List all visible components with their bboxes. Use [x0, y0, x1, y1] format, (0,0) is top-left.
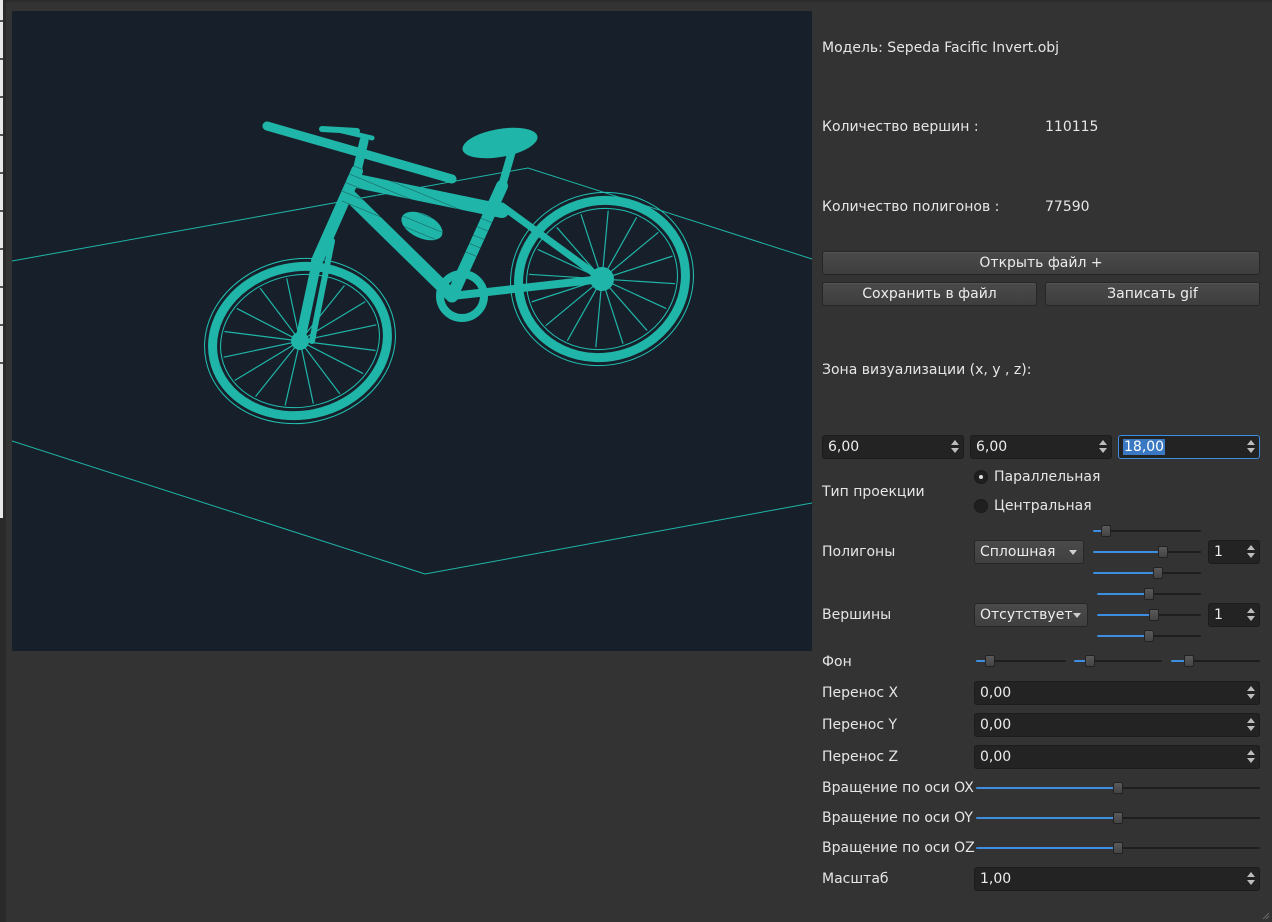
- viz-zone-z-spinbox[interactable]: 18,00: [1118, 435, 1260, 459]
- vertices-color-r-slider[interactable]: [1097, 588, 1201, 600]
- spin-arrows-icon[interactable]: [1247, 685, 1256, 702]
- slider-handle[interactable]: [1113, 782, 1123, 794]
- translate-x-value: 0,00: [980, 685, 1012, 701]
- viz-zone-y-value: 6,00: [976, 439, 1008, 455]
- spin-arrows-icon[interactable]: [1099, 439, 1108, 456]
- vertices-count-label: Количество вершин :: [822, 119, 979, 135]
- translate-y-label: Перенос Y: [822, 717, 898, 733]
- chevron-down-icon: [1069, 550, 1077, 555]
- slider-handle[interactable]: [1113, 812, 1123, 824]
- translate-x-spinbox[interactable]: 0,00: [974, 681, 1260, 705]
- slider-handle[interactable]: [1152, 567, 1163, 579]
- record-gif-button[interactable]: Записать gif: [1045, 282, 1260, 306]
- slider-handle[interactable]: [1149, 609, 1160, 621]
- polygons-count-label: Количество полигонов :: [822, 199, 1000, 215]
- translate-y-spinbox[interactable]: 0,00: [974, 713, 1260, 737]
- model-name-label: Модель: Sepeda Facific Invert.obj: [822, 40, 1060, 56]
- rotation-oy-label: Вращение по оси OY: [822, 810, 973, 826]
- viz-zone-z-value: 18,00: [1123, 439, 1166, 455]
- scale-value: 1,00: [980, 871, 1012, 887]
- polygons-mode-value: Сплошная: [980, 544, 1056, 560]
- polygons-color-r-slider[interactable]: [1093, 525, 1201, 537]
- translate-y-value: 0,00: [980, 717, 1012, 733]
- wireframe-render: [12, 121, 812, 575]
- polygons-color-g-slider[interactable]: [1093, 546, 1201, 558]
- bicycle-model: [204, 121, 694, 425]
- open-file-button[interactable]: Открыть файл +: [822, 251, 1260, 275]
- polygons-mode-dropdown[interactable]: Сплошная: [974, 540, 1084, 564]
- polygons-thickness-value: 1: [1214, 544, 1223, 560]
- spin-arrows-icon[interactable]: [951, 439, 960, 456]
- vertices-color-b-slider[interactable]: [1097, 630, 1201, 642]
- spin-arrows-icon[interactable]: [1247, 717, 1256, 734]
- slider-handle[interactable]: [1144, 630, 1154, 642]
- polygons-thickness-spinbox[interactable]: 1: [1208, 540, 1260, 564]
- vertices-mode-dropdown[interactable]: Отсутствует: [974, 603, 1088, 627]
- rotation-ox-label: Вращение по оси OX: [822, 780, 974, 796]
- rotation-oz-label: Вращение по оси OZ: [822, 840, 975, 856]
- scale-label: Масштаб: [822, 871, 889, 887]
- translate-x-label: Перенос X: [822, 685, 899, 701]
- slider-handle[interactable]: [984, 655, 995, 667]
- viz-zone-x-spinbox[interactable]: 6,00: [822, 435, 964, 459]
- chevron-down-icon: [1073, 613, 1081, 618]
- translate-z-value: 0,00: [980, 749, 1012, 765]
- vertices-size-spinbox[interactable]: 1: [1208, 603, 1260, 627]
- slider-handle[interactable]: [1144, 588, 1154, 600]
- translate-z-spinbox[interactable]: 0,00: [974, 745, 1260, 769]
- polygons-label: Полигоны: [822, 544, 896, 560]
- translate-z-label: Перенос Z: [822, 749, 899, 765]
- background-color-g-slider[interactable]: [1074, 655, 1162, 667]
- viz-zone-label: Зона визуализации (x, y , z):: [822, 362, 1032, 378]
- projection-central-radio[interactable]: [974, 499, 988, 513]
- window-top-border: [0, 0, 1272, 2]
- rotation-ox-slider[interactable]: [976, 782, 1260, 794]
- polygons-count-value: 77590: [1045, 199, 1090, 215]
- model-viewport[interactable]: [12, 11, 812, 651]
- rotation-oz-slider[interactable]: [976, 842, 1260, 854]
- save-file-button[interactable]: Сохранить в файл: [822, 282, 1037, 306]
- vertices-size-value: 1: [1214, 607, 1223, 623]
- slider-handle[interactable]: [1100, 525, 1111, 537]
- slider-handle[interactable]: [1183, 655, 1194, 667]
- slider-handle[interactable]: [1158, 546, 1169, 558]
- projection-parallel-radio[interactable]: [974, 470, 988, 484]
- projection-type-label: Тип проекции: [822, 484, 925, 500]
- background-label: Фон: [822, 654, 852, 670]
- background-color-b-slider[interactable]: [1171, 655, 1260, 667]
- vertices-label: Вершины: [822, 607, 892, 623]
- vertices-color-g-slider[interactable]: [1097, 609, 1201, 621]
- vertices-mode-value: Отсутствует: [980, 607, 1073, 623]
- spin-arrows-icon[interactable]: [1247, 544, 1256, 561]
- rotation-oy-slider[interactable]: [976, 812, 1260, 824]
- spin-arrows-icon[interactable]: [1247, 439, 1256, 456]
- scale-spinbox[interactable]: 1,00: [974, 867, 1260, 891]
- projection-parallel-label[interactable]: Параллельная: [994, 469, 1100, 485]
- spin-arrows-icon[interactable]: [1247, 871, 1256, 888]
- viz-zone-x-value: 6,00: [828, 439, 860, 455]
- spin-arrows-icon[interactable]: [1247, 749, 1256, 766]
- vertices-count-value: 110115: [1045, 119, 1099, 135]
- slider-handle[interactable]: [1084, 655, 1095, 667]
- projection-central-label[interactable]: Центральная: [994, 498, 1092, 514]
- polygons-color-b-slider[interactable]: [1093, 567, 1201, 579]
- spin-arrows-icon[interactable]: [1247, 607, 1256, 624]
- viz-zone-y-spinbox[interactable]: 6,00: [970, 435, 1112, 459]
- background-color-r-slider[interactable]: [976, 655, 1066, 667]
- slider-handle[interactable]: [1113, 842, 1123, 854]
- floor-front-edge: [12, 440, 812, 575]
- left-edge-strip: [0, 0, 6, 922]
- resize-grip-icon[interactable]: [1260, 910, 1270, 920]
